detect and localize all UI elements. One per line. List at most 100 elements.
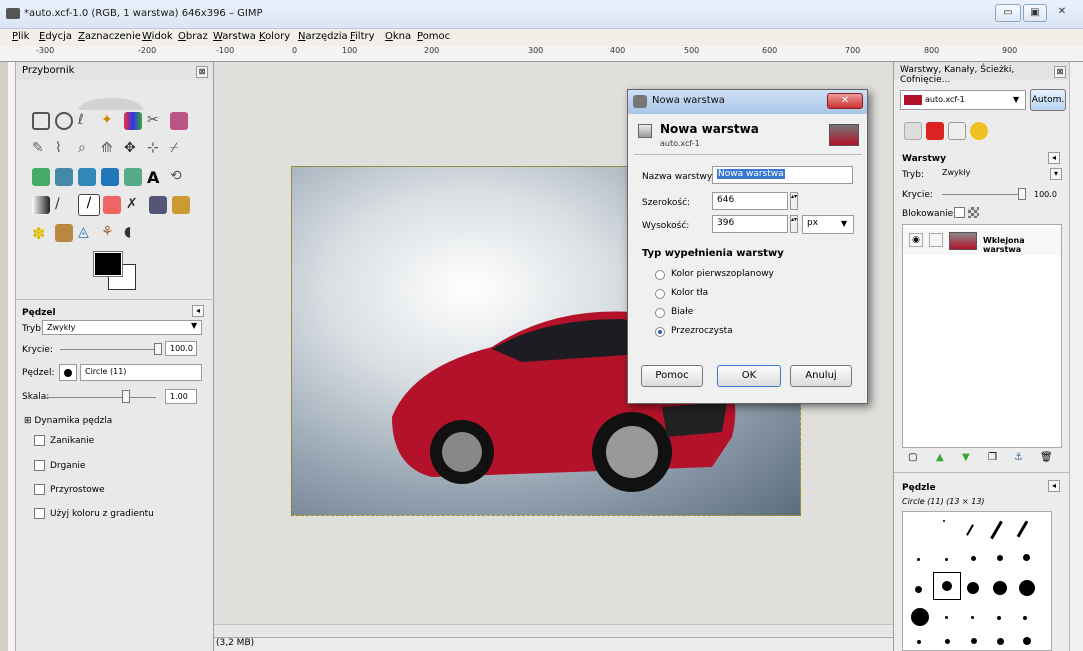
brush-thumb[interactable] — [993, 581, 1007, 595]
brush-thumb[interactable] — [1023, 616, 1027, 620]
jitter-checkbox[interactable] — [34, 460, 45, 471]
menu-plik[interactable]: Plik — [12, 31, 29, 42]
dodge-burn-icon[interactable]: ◖ — [124, 224, 142, 242]
menu-widok[interactable]: Widok — [142, 31, 173, 42]
brush-thumb[interactable] — [1016, 520, 1029, 538]
brush-thumb[interactable] — [943, 520, 945, 522]
incremental-checkbox[interactable] — [34, 484, 45, 495]
brush-thumb[interactable] — [1023, 637, 1031, 645]
minimize-button[interactable]: ▭ — [995, 4, 1021, 22]
maximize-button[interactable]: ▣ — [1023, 4, 1047, 22]
height-input[interactable]: 396 — [712, 215, 788, 233]
bucket-fill-icon[interactable]: ⟲ — [170, 168, 188, 186]
pencil-icon[interactable]: / — [55, 196, 73, 214]
scale-icon[interactable] — [55, 168, 73, 186]
layers-tab-icon[interactable] — [904, 122, 922, 140]
blur-icon[interactable]: ◬ — [78, 224, 96, 242]
fill-foreground-radio[interactable] — [655, 270, 665, 280]
foreground-select-icon[interactable] — [170, 112, 188, 130]
brushes-grid[interactable] — [902, 511, 1052, 651]
ink-icon[interactable] — [149, 196, 167, 214]
fill-transparent-radio[interactable] — [655, 327, 665, 337]
layer-opacity-value[interactable]: 100.0 — [1034, 190, 1057, 199]
layer-mode-select[interactable]: Zwykły — [938, 166, 1064, 182]
gradient-color-checkbox[interactable] — [34, 508, 45, 519]
brush-thumb[interactable] — [971, 616, 974, 619]
brush-options-menu-icon[interactable]: ◂ — [192, 305, 204, 317]
scale-slider[interactable] — [46, 397, 156, 398]
color-select-icon[interactable] — [124, 112, 142, 130]
raise-layer-icon[interactable]: ▲ — [936, 452, 944, 463]
cancel-button[interactable]: Anuluj — [790, 365, 852, 387]
brush-thumb[interactable] — [945, 558, 948, 561]
flip-icon[interactable] — [124, 168, 142, 186]
text-tool-icon[interactable]: A — [147, 168, 165, 187]
image-select[interactable]: auto.xcf-1 ▼ — [900, 90, 1026, 110]
fuzzy-select-icon[interactable]: ✦ — [101, 112, 119, 130]
help-button[interactable]: Pomoc — [641, 365, 703, 387]
perspective-clone-icon[interactable] — [55, 224, 73, 242]
layer-opacity-slider[interactable] — [942, 194, 1018, 195]
selected-brush-thumb[interactable] — [933, 572, 961, 600]
brush-thumb[interactable] — [917, 558, 920, 561]
brush-preview[interactable] — [59, 364, 77, 381]
smudge-icon[interactable]: ⚘ — [101, 224, 119, 242]
menu-narzedzia[interactable]: Narzędzia — [298, 31, 348, 42]
scale-value-field[interactable]: 1.00 — [165, 389, 197, 404]
duplicate-layer-icon[interactable]: ❐ — [988, 452, 997, 463]
opacity-slider[interactable] — [60, 349, 160, 350]
brush-thumb[interactable] — [945, 639, 950, 644]
lasso-icon[interactable]: ℓ — [78, 112, 96, 130]
clone-icon[interactable] — [172, 196, 190, 214]
brush-thumb[interactable] — [997, 638, 1004, 645]
layers-dock-close-icon[interactable]: ⊠ — [1054, 66, 1066, 78]
lower-layer-icon[interactable]: ▼ — [962, 452, 970, 463]
crop-icon[interactable]: ⌿ — [170, 140, 188, 158]
brush-thumb[interactable] — [917, 640, 921, 644]
delete-layer-icon[interactable]: 🗑 — [1040, 452, 1053, 463]
menu-pomoc[interactable]: Pomoc — [417, 31, 450, 42]
unit-select[interactable]: px ▼ — [802, 215, 854, 234]
move-icon[interactable]: ✥ — [124, 140, 142, 158]
brush-thumb[interactable] — [997, 555, 1003, 561]
new-layer-icon[interactable]: ▢ — [908, 452, 917, 463]
visibility-eye-icon[interactable]: ◉ — [909, 233, 923, 247]
align-icon[interactable]: ⊹ — [147, 140, 165, 158]
width-input[interactable]: 646 — [712, 192, 788, 210]
brush-thumb[interactable] — [915, 586, 922, 593]
layers-list[interactable]: ◉ Wklejona warstwa — [902, 224, 1062, 448]
lock-alpha-icon[interactable] — [968, 207, 979, 218]
toolbox-close-icon[interactable]: ⊠ — [196, 66, 208, 78]
menu-edycja[interactable]: Edycja — [39, 31, 72, 42]
close-button[interactable]: ✕ — [1049, 4, 1075, 22]
dialog-close-button[interactable]: ✕ — [827, 93, 863, 109]
color-picker-icon[interactable]: ⌇ — [55, 140, 73, 158]
brush-thumb[interactable] — [1019, 580, 1035, 596]
brush-thumb[interactable] — [990, 520, 1003, 540]
heal-icon[interactable]: ✽ — [32, 224, 50, 243]
brush-thumb[interactable] — [945, 616, 948, 619]
anchor-layer-icon[interactable]: ⚓ — [1014, 452, 1023, 463]
rect-select-icon[interactable] — [32, 112, 50, 130]
ok-button[interactable]: OK — [717, 365, 781, 387]
menu-obraz[interactable]: Obraz — [178, 31, 208, 42]
dynamics-expander[interactable]: ⊞ Dynamika pędzla — [24, 416, 112, 426]
brush-thumb[interactable] — [971, 638, 977, 644]
menu-okna[interactable]: Okna — [385, 31, 411, 42]
brush-thumb[interactable] — [911, 608, 929, 626]
blend-icon[interactable] — [32, 196, 50, 214]
height-spin-icon[interactable]: ▴▾ — [790, 215, 798, 233]
brushes-menu-icon[interactable]: ◂ — [1048, 480, 1060, 492]
menu-filtry[interactable]: Filtry — [350, 31, 375, 42]
opacity-slider-handle[interactable] — [154, 343, 162, 355]
paintbrush-icon[interactable]: / — [78, 194, 100, 216]
right-scrollbar[interactable] — [1069, 62, 1083, 651]
mode-select[interactable]: Zwykły — [42, 320, 202, 335]
opacity-value-field[interactable]: 100.0 — [165, 341, 197, 356]
layer-name-input[interactable]: Nowa warstwa — [712, 166, 853, 184]
fade-checkbox[interactable] — [34, 435, 45, 446]
auto-button[interactable]: Autom. — [1030, 89, 1066, 111]
scale-slider-handle[interactable] — [122, 390, 130, 403]
menu-zaznaczenie[interactable]: Zaznaczenie — [78, 31, 141, 42]
layer-row[interactable]: ◉ Wklejona warstwa — [903, 227, 1061, 255]
